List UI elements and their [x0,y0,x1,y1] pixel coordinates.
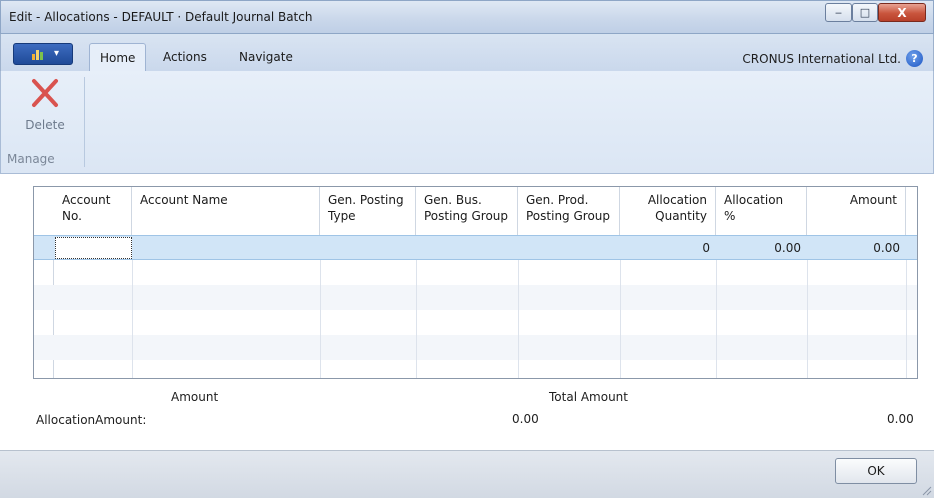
maximize-button[interactable]: □ [852,3,878,22]
close-icon: X [897,5,907,20]
tab-home[interactable]: Home [89,43,147,71]
allocation-amount-label: AllocationAmount: [36,413,147,427]
chevron-down-icon: ▾ [54,48,60,59]
ribbon-tab-row: ▾ Home Actions Navigate CRONUS Internati… [0,34,934,71]
grid-row-stripe [34,335,917,360]
summary-values-bar [165,409,917,431]
ok-button[interactable]: OK [835,458,917,484]
column-header-allocation-quantity[interactable]: Allocation Quantity [620,187,716,235]
ribbon-panel: Delete Manage [0,71,934,174]
tab-actions[interactable]: Actions [153,43,217,71]
delete-icon [32,79,58,107]
column-header-allocation-pct[interactable]: Allocation % [716,187,807,235]
total-amount-header: Total Amount [549,390,628,404]
total-amount-value: 0.00 [887,412,914,426]
minimize-icon: ‒ [835,6,842,19]
grid-row-stripe [34,285,917,310]
allocations-grid[interactable]: Account No. Account Name Gen. Posting Ty… [33,186,918,379]
close-button[interactable]: X [878,3,926,22]
dialog-footer [0,450,934,498]
allocation-amount-value: 0.00 [512,412,539,426]
maximize-icon: □ [859,6,871,19]
column-header-amount[interactable]: Amount [807,187,906,235]
column-header-account-no[interactable]: Account No. [54,187,132,235]
window-title: Edit - Allocations - DEFAULT · Default J… [9,10,313,24]
tab-navigate[interactable]: Navigate [229,43,303,71]
column-header-account-name[interactable]: Account Name [132,187,320,235]
dynamics-logo-icon [31,48,47,60]
column-header-gen-posting-type[interactable]: Gen. Posting Type [320,187,416,235]
amount-header: Amount [171,390,219,404]
allocation-quantity-cell[interactable]: 0 [620,236,716,261]
delete-button[interactable]: Delete [19,77,71,132]
column-header-gen-prod-posting-group[interactable]: Gen. Prod. Posting Group [518,187,620,235]
title-bar: Edit - Allocations - DEFAULT · Default J… [0,0,934,34]
delete-label: Delete [25,118,65,132]
column-header-gen-bus-posting-group[interactable]: Gen. Bus. Posting Group [416,187,518,235]
help-icon[interactable]: ? [906,50,923,67]
allocation-pct-cell[interactable]: 0.00 [716,236,807,261]
minimize-button[interactable]: ‒ [825,3,852,22]
resize-grip-icon[interactable] [922,486,932,496]
application-menu-button[interactable]: ▾ [13,43,73,65]
company-name: CRONUS International Ltd. [742,52,901,66]
amount-cell[interactable]: 0.00 [807,236,906,261]
ribbon-group-label: Manage [7,152,55,166]
table-row[interactable]: 0 0.00 0.00 [34,235,917,260]
ribbon-group-divider [84,77,85,167]
account-no-cell[interactable] [55,237,132,259]
